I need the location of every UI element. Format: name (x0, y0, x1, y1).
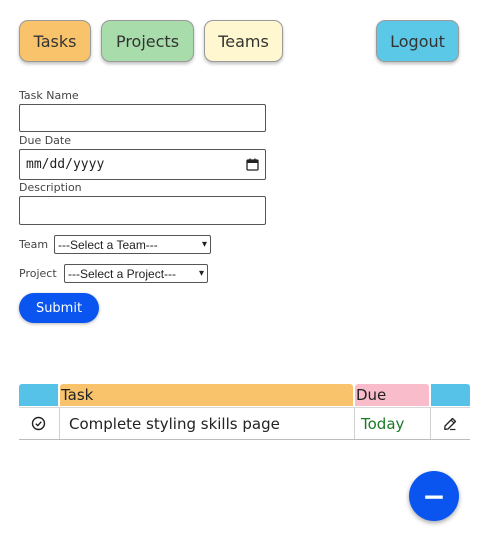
task-name-input[interactable] (19, 104, 266, 132)
table-header-due: Due (355, 384, 429, 406)
task-name-label: Task Name (19, 89, 79, 102)
row-divider (354, 408, 355, 439)
teams-button[interactable]: Teams (204, 20, 283, 62)
row-divider (59, 408, 60, 439)
description-label: Description (19, 181, 82, 194)
team-label: Team (19, 238, 49, 251)
tasks-button[interactable]: Tasks (19, 20, 91, 62)
team-select-value: ---Select a Team--- (58, 237, 158, 252)
complete-check-icon[interactable] (29, 407, 47, 440)
project-select[interactable]: ---Select a Project--- ▾ (64, 264, 208, 283)
task-cell: Complete styling skills page (69, 414, 280, 433)
team-select[interactable]: ---Select a Team--- ▾ (54, 235, 211, 254)
logout-button[interactable]: Logout (376, 20, 459, 62)
due-date-label: Due Date (19, 134, 71, 147)
minus-icon: − (422, 479, 446, 513)
submit-button[interactable]: Submit (19, 293, 99, 323)
description-input[interactable] (19, 196, 266, 225)
project-label: Project (19, 267, 57, 280)
edit-icon[interactable] (441, 407, 459, 440)
table-header-icon-left (19, 384, 58, 406)
project-select-value: ---Select a Project--- (68, 266, 177, 281)
chevron-down-icon: ▾ (201, 239, 207, 250)
calendar-icon[interactable] (246, 158, 259, 171)
due-date-placeholder: mm/dd/yyyy (26, 157, 105, 172)
collapse-fab-button[interactable]: − (409, 471, 459, 521)
table-header-icon-right (431, 384, 470, 406)
row-divider (430, 408, 431, 439)
projects-button[interactable]: Projects (101, 20, 194, 62)
due-date-input[interactable]: mm/dd/yyyy (19, 149, 266, 180)
chevron-down-icon: ▾ (198, 268, 204, 279)
table-header-task: Task (60, 384, 353, 406)
due-cell: Today (361, 414, 405, 433)
